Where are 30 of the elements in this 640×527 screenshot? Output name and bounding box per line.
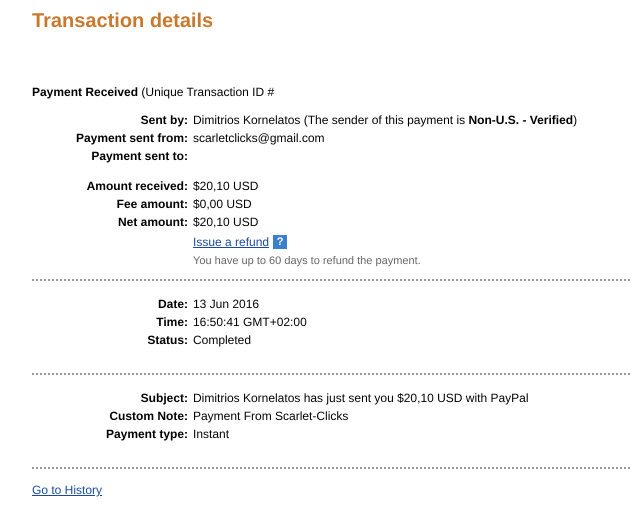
field-value: $20,10 USD [193,178,258,195]
field-label: Date: [156,296,189,313]
field-label: Amount received: [86,178,189,195]
transaction-id-text: (Unique Transaction ID # [141,85,274,99]
field-label: Time: [155,314,189,331]
page-title: Transaction details [32,10,214,33]
field-label: Net amount: [117,214,189,231]
field-label: Sent by: [140,112,189,129]
field-label: Status: [146,332,189,349]
field-value: Dimitrios Kornelatos (The sender of this payment is Non-U.S. - Verified) [193,112,578,129]
field-value: 16:50:41 GMT+02:00 [193,314,307,331]
field-value: Payment From Scarlet-Clicks [193,408,348,425]
field-label: Subject: [140,390,189,407]
field-value: $0,00 USD [193,196,252,213]
field-value: Dimitrios Kornelatos has just sent you $20,10 USD with PayPal [193,390,528,407]
payment-status-label: Payment Received [32,85,138,99]
refund-link[interactable]: Issue a refund [193,235,270,249]
field-label: Payment sent to: [90,148,189,165]
field-value: Completed [193,332,252,349]
refund-note: You have up to 60 days to refund the payment. [193,255,422,267]
field-value: 13 Jun 2016 [193,296,260,313]
field-value: Instant [193,426,230,443]
history-link[interactable]: Go to History [32,483,102,497]
field-value: scarletclicks@gmail.com [193,130,325,147]
field-value: $20,10 USD [193,214,258,231]
field-label: Payment type: [104,426,189,443]
field-label: Fee amount: [116,196,189,213]
field-label: Custom Note: [108,408,189,425]
field-label: Payment sent from: [74,130,189,147]
help-icon[interactable]: ? [273,235,288,249]
